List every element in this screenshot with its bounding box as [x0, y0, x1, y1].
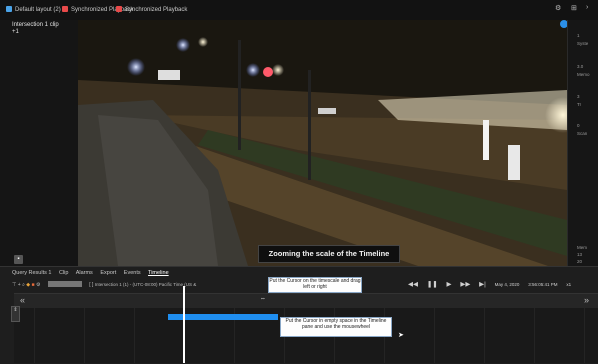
video-left-margin	[0, 20, 78, 266]
tab-clip[interactable]: Clip	[59, 270, 68, 276]
drag-cursor-icon: ⇔	[260, 296, 266, 302]
bookmark-icon[interactable]: ◆	[26, 282, 30, 288]
tab-query-results[interactable]: Query Results 1	[12, 270, 51, 276]
play-icon[interactable]: ▶	[447, 281, 452, 288]
video-feed[interactable]	[78, 20, 567, 266]
scroll-left-icon[interactable]: «	[20, 294, 25, 307]
playhead[interactable]	[183, 286, 185, 363]
bottom-tabs: Query Results 1 Clip Alarms Export Event…	[12, 270, 175, 276]
night-intersection-image	[78, 20, 567, 266]
clip-title: Intersection 1 clip +1	[12, 22, 59, 35]
fast-forward-icon[interactable]: ▶▶	[460, 281, 470, 288]
tab-default-layout[interactable]: Default layout (2)	[6, 4, 61, 16]
playback-speed[interactable]: x1	[566, 282, 571, 287]
zoom-caption: Zooming the scale of the Timeline	[258, 245, 400, 263]
layout-icon	[6, 6, 12, 12]
tooltip-drag-timescale: Put the Cursor on the timescale and drag…	[268, 277, 362, 293]
timeline-toolbar: ⊤ + ⌕ ◆ ■ ⚙ [ ] Intersection 1 (1) - (UT…	[12, 281, 196, 288]
zoom-icon[interactable]: ⌕	[22, 282, 25, 288]
playback-icon	[62, 6, 68, 12]
filter-icon[interactable]: ⊤	[12, 282, 16, 288]
timescale[interactable]: « » ⇔	[14, 293, 598, 309]
progress-box	[47, 281, 82, 287]
tab-alarms[interactable]: Alarms	[76, 270, 93, 276]
rewind-icon[interactable]: ◀◀	[408, 281, 418, 288]
maximize-icon[interactable]: ⊞	[571, 4, 577, 12]
add-icon[interactable]: +	[18, 282, 21, 288]
playback-date: May 4, 2020	[494, 282, 520, 287]
export-icon[interactable]: ■	[32, 282, 35, 288]
pause-icon[interactable]: ❚❚	[427, 281, 438, 288]
clip-info: Intersection 1 (1) - (UTC-08:00) Pacific…	[94, 282, 197, 287]
tab-bar: Default layout (2) Synchronized Playback…	[0, 0, 598, 21]
mouse-cursor-icon: ➤	[398, 332, 404, 339]
camera-options-icon[interactable]: ▪	[14, 255, 23, 264]
playback-icon	[116, 6, 122, 12]
playback-controls: ◀◀ ❚❚ ▶ ▶▶ ▶| May 4, 2020 3:56:05:41 PM …	[408, 280, 578, 288]
chevron-right-icon[interactable]: ›	[586, 4, 588, 11]
step-forward-icon[interactable]: ▶|	[479, 281, 486, 288]
playback-time: 3:56:05:41 PM	[528, 282, 558, 287]
tab-events[interactable]: Events	[124, 270, 141, 276]
bracket-out-icon[interactable]: ]	[92, 282, 93, 288]
settings-icon[interactable]: ⚙	[555, 4, 561, 12]
system-monitor-panel: 1 Syste 3.0 Memo 3 Tr 0 Scan Mem 13 20	[567, 20, 598, 266]
track-expand-icon[interactable]: ⇕	[11, 306, 20, 322]
tab-timeline[interactable]: Timeline	[148, 270, 169, 276]
tab-export[interactable]: Export	[100, 270, 116, 276]
bracket-in-icon[interactable]: [	[89, 282, 90, 288]
scroll-right-icon[interactable]: »	[584, 294, 589, 307]
tab-sync-playback-2[interactable]: Synchronized Playback	[116, 4, 187, 16]
gear-icon[interactable]: ⚙	[36, 282, 40, 288]
tooltip-mousewheel: Put the Cursor in empty space in the Tim…	[280, 317, 392, 337]
